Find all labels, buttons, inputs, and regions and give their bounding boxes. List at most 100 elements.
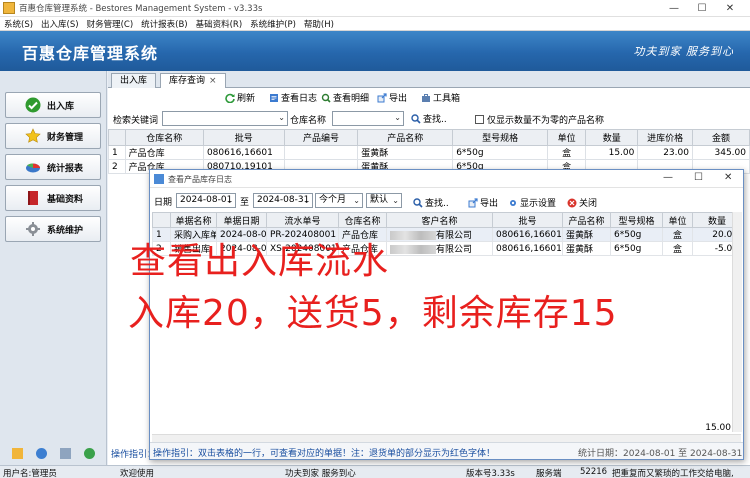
column-header[interactable]: 批号: [202, 129, 285, 146]
sidebar-item-reports[interactable]: 统计报表: [5, 154, 101, 180]
column-header[interactable]: 金额: [691, 129, 750, 146]
dialog-minimize-button[interactable]: —: [663, 172, 673, 183]
column-header[interactable]: [108, 129, 126, 146]
cell-warehouse: 产品仓库: [124, 145, 204, 160]
column-header[interactable]: 数量: [585, 129, 639, 146]
search-button[interactable]: 查找..: [410, 112, 447, 125]
window-controls: — ☐ ✕: [660, 0, 744, 17]
table-row[interactable]: 1 采购入库单 2024-08-06 PR-202408001 产品仓库 有限公…: [152, 227, 742, 242]
refresh-icon[interactable]: [83, 448, 95, 459]
sidebar-item-finance[interactable]: 财务管理: [5, 123, 101, 149]
star-icon: [24, 127, 42, 145]
keyword-label: 检索关键词: [113, 116, 159, 126]
minimize-button[interactable]: —: [660, 0, 688, 17]
checkbox-box[interactable]: [475, 115, 484, 124]
column-header[interactable]: 型号规格: [452, 129, 549, 146]
cell-batch: 080616,16601: [202, 145, 285, 160]
toolbox-label: 工具箱: [433, 94, 461, 104]
tab-inout[interactable]: 出入库: [111, 73, 157, 88]
toolbox-button[interactable]: 工具箱: [420, 91, 460, 104]
cell-serial: PR-202408001: [266, 227, 339, 242]
chevron-down-icon: ⌄: [394, 113, 401, 122]
column-header[interactable]: 单位: [662, 212, 693, 228]
note-icon[interactable]: [12, 448, 24, 459]
sidebar-item-maintenance[interactable]: 系统维护: [5, 216, 101, 242]
column-header[interactable]: 客户名称: [386, 212, 493, 228]
date-label: 日期: [154, 198, 173, 208]
menu-system[interactable]: 系统(S): [0, 18, 37, 30]
column-header[interactable]: 产品编号: [283, 129, 359, 146]
period-select[interactable]: 今个月 ⌄: [315, 193, 363, 208]
export-button[interactable]: 导出: [376, 91, 407, 104]
app-icon: [3, 2, 15, 14]
menu-finance[interactable]: 财务管理(C): [83, 18, 138, 30]
annotation-line-1: 查看出入库流水: [130, 241, 390, 282]
dialog-export-button[interactable]: 导出: [467, 196, 498, 209]
column-header[interactable]: 型号规格: [610, 212, 663, 228]
menu-reports[interactable]: 统计报表(B): [137, 18, 191, 30]
view-log-button[interactable]: 查看日志: [268, 91, 317, 104]
menu-basic-data[interactable]: 基础资料(R): [192, 18, 247, 30]
close-button[interactable]: ✕: [716, 0, 744, 17]
status-ticker: 把重复而又繁琐的工作交给电脑,: [612, 469, 734, 478]
nonzero-label: 仅显示数量不为零的产品名称: [487, 116, 605, 126]
keyword-input[interactable]: ⌄: [162, 111, 288, 126]
date-from-picker[interactable]: 2024-08-01 ⌄: [176, 193, 236, 208]
vertical-scrollbar[interactable]: [732, 212, 742, 432]
column-header[interactable]: 流水单号: [266, 212, 339, 228]
checkmark-icon: [24, 96, 42, 114]
column-header[interactable]: [152, 212, 171, 228]
sidebar-item-label: 基础资料: [47, 194, 84, 205]
calculator-icon[interactable]: [59, 448, 71, 459]
sidebar-item-basic-data[interactable]: 基础资料: [5, 185, 101, 211]
stock-filter-bar: 检索关键词 ⌄ 仓库名称 ⌄ 查找.. 仅显示数量不为零的产品名称: [108, 109, 750, 127]
date-to-picker[interactable]: 2024-08-31 ⌄: [253, 193, 313, 208]
status-bar: 用户名:管理员 欢迎使用 功夫到家 服务到心 版本号3.33s 服务端 5221…: [0, 465, 750, 478]
cell-spec: 6*50g: [610, 227, 663, 242]
quantity-sum: 15.00: [705, 423, 731, 433]
dialog-maximize-button[interactable]: ☐: [694, 172, 703, 183]
dialog-status-bar: 操作指引：双击表格的一行，可查看对应的单据！注：退货单的部分显示为红色字体！ 统…: [150, 442, 743, 459]
column-header[interactable]: 产品名称: [357, 129, 454, 146]
display-settings-button[interactable]: 显示设置: [507, 196, 556, 209]
chevron-down-icon: ⌄: [278, 113, 285, 122]
menu-help[interactable]: 帮助(H): [300, 18, 338, 30]
column-header[interactable]: 批号: [492, 212, 563, 228]
dialog-close-button[interactable]: ✕: [724, 172, 732, 183]
column-header[interactable]: 单据日期: [216, 212, 267, 228]
pie-chart-icon: [24, 158, 42, 176]
column-header[interactable]: 单据名称: [170, 212, 217, 228]
cell-product-name: 蛋黄酥: [562, 227, 611, 242]
cell-product-name: 蛋黄酥: [357, 145, 454, 160]
tab-close-icon[interactable]: ×: [209, 76, 217, 86]
menu-maintenance[interactable]: 系统维护(P): [246, 18, 300, 30]
menu-inout[interactable]: 出入库(S): [37, 18, 83, 30]
grid-header-row: 仓库名称 批号 产品编号 产品名称 型号规格 单位 数量 进库价格 金额: [108, 129, 750, 146]
sidebar-item-inout[interactable]: 出入库: [5, 92, 101, 118]
column-header[interactable]: 单位: [547, 129, 587, 146]
help-icon[interactable]: [36, 448, 48, 459]
column-header[interactable]: 仓库名称: [338, 212, 387, 228]
warehouse-select[interactable]: ⌄: [332, 111, 404, 126]
refresh-button[interactable]: 刷新: [224, 91, 255, 104]
chevron-down-icon: ⌄: [226, 196, 233, 205]
column-header[interactable]: 产品名称: [562, 212, 611, 228]
maximize-button[interactable]: ☐: [688, 0, 716, 17]
tab-stock-query[interactable]: 库存查询 ×: [160, 73, 226, 89]
dialog-close-action-button[interactable]: 关闭: [566, 196, 597, 209]
tab-label: 出入库: [120, 76, 148, 86]
redacted-block: [390, 231, 436, 240]
grid-header-row: 单据名称 单据日期 流水单号 仓库名称 客户名称 批号 产品名称 型号规格 单位…: [152, 212, 742, 228]
dialog-title: 查看产品库存日志: [168, 175, 232, 184]
dialog-search-button[interactable]: 查找..: [412, 196, 449, 209]
app-banner: 百惠仓库管理系统 功夫到家 服务到心: [0, 31, 750, 71]
sidebar-item-label: 系统维护: [47, 225, 84, 236]
sort-select[interactable]: 默认 ⌄: [366, 193, 402, 208]
display-settings-label: 显示设置: [520, 199, 557, 209]
view-detail-button[interactable]: 查看明细: [320, 91, 369, 104]
column-header[interactable]: 仓库名称: [124, 129, 204, 146]
cell-price: 23.00: [637, 145, 693, 160]
column-header[interactable]: 进库价格: [637, 129, 693, 146]
nonzero-checkbox[interactable]: 仅显示数量不为零的产品名称: [475, 113, 604, 126]
table-row[interactable]: 1 产品仓库 080616,16601 蛋黄酥 6*50g 盒 15.00 23…: [108, 145, 750, 160]
